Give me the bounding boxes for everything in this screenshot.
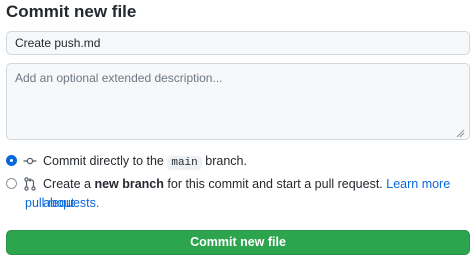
commit-direct-suffix: branch.: [205, 154, 247, 168]
commit-summary-input[interactable]: [6, 31, 470, 55]
pull-requests-link[interactable]: pull requests.: [25, 194, 99, 213]
new-branch-label: Create a new branch for this commit and …: [43, 175, 463, 213]
new-branch-bold: new branch: [94, 177, 164, 191]
page-title: Commit new file: [6, 2, 137, 21]
new-branch-rest: for this commit and start a pull request…: [167, 177, 383, 191]
commit-direct-radio[interactable]: [6, 155, 17, 166]
git-pull-request-icon: [24, 177, 36, 191]
commit-description-textarea[interactable]: [6, 63, 470, 140]
new-branch-prefix: Create a: [43, 177, 91, 191]
resize-grip-icon[interactable]: [455, 128, 465, 138]
new-branch-radio[interactable]: [6, 178, 17, 189]
commit-direct-label: Commit directly to the main branch.: [43, 152, 247, 173]
commit-new-file-button[interactable]: Commit new file: [6, 230, 470, 255]
branch-name: main: [167, 156, 202, 170]
git-commit-icon: [23, 157, 37, 165]
commit-direct-prefix: Commit directly to the: [43, 154, 164, 168]
